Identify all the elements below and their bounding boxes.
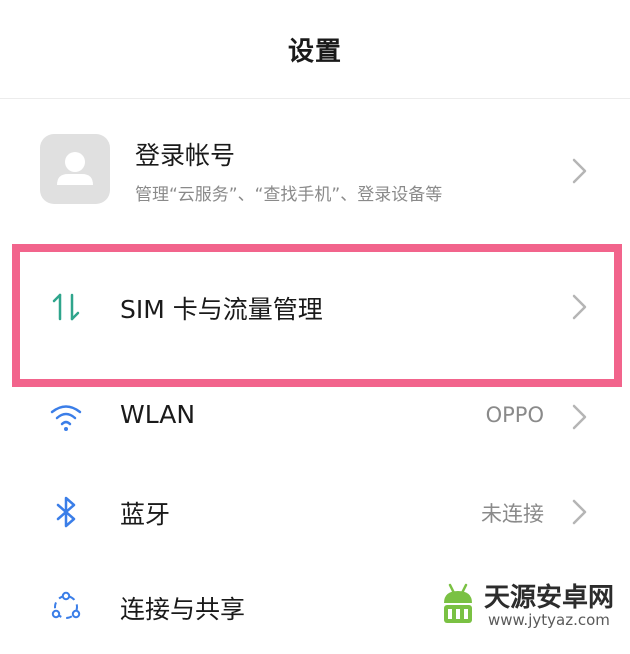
android-robot-logo-icon	[444, 583, 472, 623]
bluetooth-row-value: 未连接	[481, 502, 544, 526]
watermark-text: 天源安卓网	[484, 583, 615, 613]
account-row[interactable]: 登录帐号 管理“云服务”、“查找手机”、登录设备等	[0, 120, 630, 220]
chevron-right-icon	[572, 294, 587, 320]
connection-sharing-label: 连接与共享	[120, 595, 246, 624]
chevron-right-icon	[572, 499, 587, 525]
sim-and-data-row[interactable]: SIM 卡与流量管理	[0, 260, 630, 354]
avatar-placeholder-icon	[40, 134, 110, 204]
watermark: 天源安卓网 www.jytyaz.com	[436, 575, 630, 633]
watermark-url: www.jytyaz.com	[488, 611, 610, 629]
bluetooth-row-label: 蓝牙	[120, 500, 171, 529]
share-connection-icon	[51, 591, 81, 619]
wifi-icon	[50, 405, 82, 431]
wlan-row-label: WLAN	[120, 400, 196, 429]
wlan-row[interactable]: WLAN OPPO	[0, 370, 630, 464]
sim-row-label: SIM 卡与流量管理	[120, 295, 323, 324]
data-transfer-icon	[52, 293, 80, 321]
page-title: 设置	[287, 36, 342, 67]
wlan-row-value: OPPO	[485, 403, 544, 427]
account-title: 登录帐号	[135, 141, 236, 170]
title-bar: 设置	[0, 0, 630, 99]
chevron-right-icon	[572, 158, 587, 184]
bluetooth-icon	[56, 496, 76, 528]
account-subtitle: 管理“云服务”、“查找手机”、登录设备等	[135, 185, 443, 205]
chevron-right-icon	[572, 404, 587, 430]
bluetooth-row[interactable]: 蓝牙 未连接	[0, 465, 630, 559]
